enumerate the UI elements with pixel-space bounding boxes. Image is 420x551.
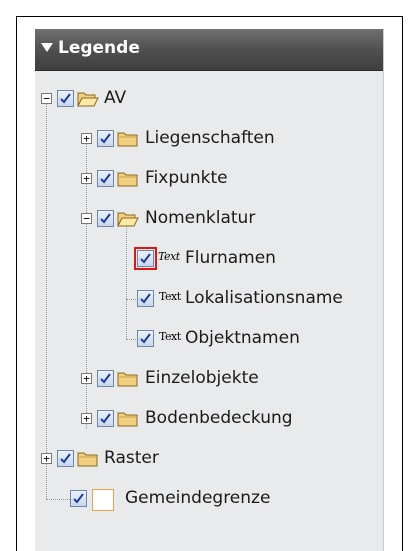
tree-node-objektnamen[interactable]: Text Objektnamen xyxy=(35,328,375,351)
checkbox-bodenbedeckung[interactable] xyxy=(97,410,114,427)
collapse-icon[interactable]: − xyxy=(41,93,52,104)
checkbox-av[interactable] xyxy=(57,90,74,107)
folder-closed-icon xyxy=(77,452,98,467)
expand-icon[interactable]: + xyxy=(41,453,52,464)
tree-node-nomenklatur[interactable]: − Nomenklatur xyxy=(35,208,375,231)
tree-node-einzelobjekte[interactable]: + Einzelobjekte xyxy=(35,368,375,391)
legend-header[interactable]: Legende xyxy=(35,29,383,71)
expand-icon[interactable]: + xyxy=(81,173,92,184)
tree-node-av[interactable]: − AV xyxy=(35,88,375,111)
checkbox-einzelobjekte[interactable] xyxy=(97,370,114,387)
checkbox-objektnamen[interactable] xyxy=(137,330,154,347)
tree-node-gemeindegrenze[interactable]: Gemeindegrenze xyxy=(35,488,375,511)
text-layer-icon: Text xyxy=(158,250,180,263)
expand-icon[interactable]: + xyxy=(81,413,92,424)
folder-closed-icon xyxy=(117,172,138,187)
tree-node-raster[interactable]: + Raster xyxy=(35,448,375,471)
folder-closed-icon xyxy=(117,412,138,427)
checkbox-liegenschaften[interactable] xyxy=(97,130,114,147)
folder-closed-icon xyxy=(117,372,138,387)
text-layer-icon: Text xyxy=(159,330,181,343)
tree-label: Objektnamen xyxy=(185,328,300,348)
checkbox-fixpunkte[interactable] xyxy=(97,170,114,187)
collapse-arrow-icon[interactable] xyxy=(41,43,53,52)
tree-label: Flurnamen xyxy=(185,248,276,268)
legend-title: Legende xyxy=(58,38,140,58)
tree-node-fixpunkte[interactable]: + Fixpunkte xyxy=(35,168,375,191)
tree-line xyxy=(126,224,127,339)
tree-label: Gemeindegrenze xyxy=(125,488,271,508)
tree-label: Raster xyxy=(104,448,159,468)
tree-node-liegenschaften[interactable]: + Liegenschaften xyxy=(35,128,375,151)
tree-node-flurnamen[interactable]: Text Flurnamen xyxy=(35,247,375,271)
folder-closed-icon xyxy=(117,132,138,147)
checkbox-flurnamen[interactable] xyxy=(134,247,157,270)
checkbox-lokalisationsname[interactable] xyxy=(137,290,154,307)
tree-label: Nomenklatur xyxy=(145,208,256,228)
collapse-icon[interactable]: − xyxy=(81,213,92,224)
checkbox-raster[interactable] xyxy=(57,450,74,467)
checkbox-nomenklatur[interactable] xyxy=(97,210,114,227)
tree-label: Lokalisationsname xyxy=(185,288,343,308)
tree-node-lokalisationsname[interactable]: Text Lokalisationsname xyxy=(35,288,375,311)
tree-label: Bodenbedeckung xyxy=(145,408,293,428)
tree-label: Liegenschaften xyxy=(145,128,275,148)
tree-label: AV xyxy=(104,88,127,108)
boundary-swatch-icon xyxy=(92,489,114,511)
folder-open-icon xyxy=(77,92,99,107)
expand-icon[interactable]: + xyxy=(81,133,92,144)
legend-panel: Legende − AV + Liegenschaften + Fixpunkt… xyxy=(35,29,384,551)
folder-open-icon xyxy=(117,212,139,227)
tree-label: Fixpunkte xyxy=(145,168,228,188)
expand-icon[interactable]: + xyxy=(81,373,92,384)
tree-node-bodenbedeckung[interactable]: + Bodenbedeckung xyxy=(35,408,375,431)
checkbox-gemeindegrenze[interactable] xyxy=(70,490,87,507)
text-layer-icon: Text xyxy=(159,290,181,303)
tree-label: Einzelobjekte xyxy=(145,368,259,388)
